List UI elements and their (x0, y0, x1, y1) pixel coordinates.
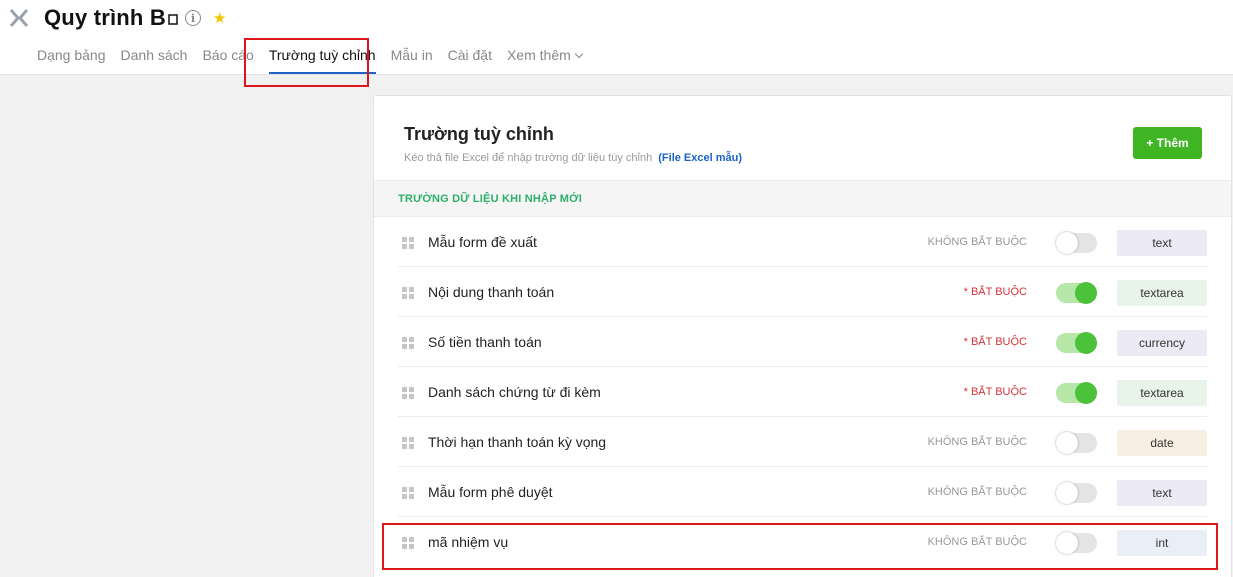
required-toggle[interactable] (1056, 232, 1097, 254)
page-title: Quy trình B (44, 5, 166, 30)
required-label: KHÔNG BẮT BUỘC (927, 236, 1027, 248)
section-header: TRƯỜNG DỮ LIỆU KHI NHẬP MỚI (374, 180, 1231, 217)
tab-item[interactable]: Dạng bảng (37, 47, 106, 63)
required-label: KHÔNG BẮT BUỘC (927, 486, 1027, 498)
required-label: KHÔNG BẮT BUỘC (927, 436, 1027, 448)
toggle-knob (1075, 282, 1097, 304)
field-type-badge: currency (1117, 330, 1207, 356)
field-name: Thời hạn thanh toán kỳ vọng (428, 434, 607, 450)
required-label: * BẮT BUỘC (963, 286, 1027, 298)
toggle-knob (1075, 382, 1097, 404)
field-row: Thời hạn thanh toán kỳ vọng KHÔNG BẮT BUỘ… (398, 417, 1207, 467)
panel-subtitle: Kéo thả file Excel để nhập trường dữ liệ… (404, 152, 742, 164)
drag-handle-icon[interactable] (402, 287, 414, 299)
drag-handle-icon[interactable] (402, 337, 414, 349)
field-name: Danh sách chứng từ đi kèm (428, 384, 601, 400)
tab-item[interactable]: Cài đặt (448, 47, 492, 63)
title-row: Quy trình B i ★ (44, 5, 226, 31)
annotation-highlight-tab (244, 38, 369, 87)
field-name: Mẫu form phê duyệt (428, 484, 553, 500)
field-type-badge: text (1117, 480, 1207, 506)
tab-item[interactable]: Danh sách (121, 47, 188, 63)
toggle-knob (1056, 432, 1078, 454)
drag-handle-icon[interactable] (402, 387, 414, 399)
panel-subtitle-text: Kéo thả file Excel để nhập trường dữ liệ… (404, 152, 653, 164)
app-logo-icon[interactable] (9, 8, 31, 28)
app-header: Quy trình B i ★ Dạng bảng Danh sách Báo cá… (0, 0, 1233, 75)
panel-title: Trường tuỳ chỉnh (404, 124, 554, 144)
field-name: Nội dung thanh toán (428, 284, 555, 300)
star-icon[interactable]: ★ (213, 9, 226, 27)
tab-more-label: Xem thêm (506, 47, 571, 63)
drag-handle-icon[interactable] (402, 237, 414, 249)
field-list: Mẫu form đề xuất KHÔNG BẮT BUỘC text Nội du… (398, 217, 1207, 567)
tab-item[interactable]: Mẫu in (391, 47, 433, 63)
field-name: Mẫu form đề xuất (428, 234, 537, 250)
field-row: Số tiền thanh toán * BẮT BUỘC currency (398, 317, 1207, 367)
required-toggle[interactable] (1056, 332, 1097, 354)
field-type-badge: textarea (1117, 380, 1207, 406)
required-toggle[interactable] (1056, 282, 1097, 304)
info-icon[interactable]: i (184, 10, 201, 26)
field-name: Số tiền thanh toán (428, 334, 542, 350)
annotation-highlight-row (382, 523, 1218, 570)
section-title: TRƯỜNG DỮ LIỆU KHI NHẬP MỚI (398, 193, 582, 205)
custom-fields-panel: Trường tuỳ chỉnh Kéo thả file Excel để n… (373, 95, 1232, 577)
field-row: Nội dung thanh toán * BẮT BUỘC textarea (398, 267, 1207, 317)
field-row: Danh sách chứng từ đi kèm * BẮT BUỘC texta… (398, 367, 1207, 417)
required-label: * BẮT BUỘC (963, 336, 1027, 348)
add-field-button[interactable]: + Thêm (1133, 127, 1202, 159)
toggle-knob (1056, 482, 1078, 504)
excel-template-link[interactable]: (File Excel mẫu) (658, 152, 742, 164)
drag-handle-icon[interactable] (402, 437, 414, 449)
field-type-badge: text (1117, 230, 1207, 256)
field-type-badge: textarea (1117, 280, 1207, 306)
copy-icon (168, 14, 178, 25)
field-row: Mẫu form phê duyệt KHÔNG BẮT BUỘC text (398, 467, 1207, 517)
required-toggle[interactable] (1056, 482, 1097, 504)
field-row: Mẫu form đề xuất KHÔNG BẮT BUỘC text (398, 217, 1207, 267)
required-toggle[interactable] (1056, 432, 1097, 454)
required-label: * BẮT BUỘC (963, 386, 1027, 398)
toggle-knob (1056, 232, 1078, 254)
field-type-badge: date (1117, 430, 1207, 456)
tab-more[interactable]: Xem thêm (506, 47, 584, 63)
chevron-down-icon (574, 49, 584, 58)
drag-handle-icon[interactable] (402, 487, 414, 499)
toggle-knob (1075, 332, 1097, 354)
required-toggle[interactable] (1056, 382, 1097, 404)
